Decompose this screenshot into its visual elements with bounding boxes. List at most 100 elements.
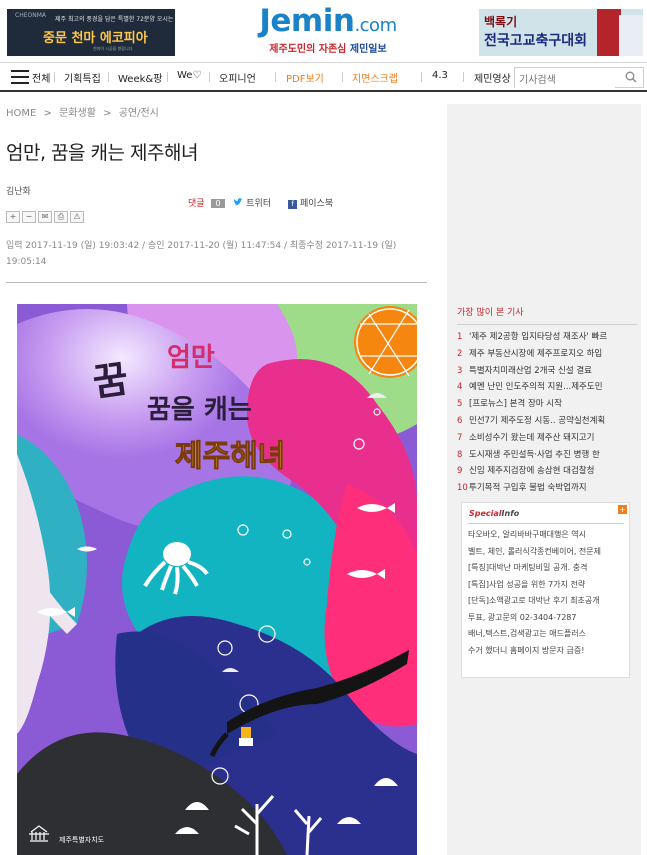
breadcrumb-home[interactable]: HOME <box>6 108 36 119</box>
nav-divider <box>167 72 168 82</box>
facebook-icon[interactable]: f <box>288 200 297 209</box>
poster-org-name: 제주특별자치도 <box>59 835 105 844</box>
sidebar: 가장 많이 본 기사 1 '제주 제2공항 입지타당성 재조사' 빠르 2 제주 부… <box>447 104 641 855</box>
poster-title-big: 꿈을 캐는 <box>147 395 252 425</box>
font-shrink-button[interactable]: − <box>22 211 36 223</box>
rank-number: 7 <box>457 432 463 443</box>
nav-item-week[interactable]: Week&팡 <box>118 70 162 85</box>
special-info-item[interactable]: [단독]소액광고로 대박난 후기 최초공개 <box>468 595 628 612</box>
popular-item[interactable]: 8 도시재생 주민설득·사업 추진 병행 한 <box>457 448 637 465</box>
nav-divider <box>209 72 210 82</box>
facebook-share-link[interactable]: 페이스북 <box>300 199 333 209</box>
popular-item-title: 소비성수기 왔는데 제주산 돼지고기 <box>469 432 595 443</box>
popular-item[interactable]: 2 제주 부동산시장에 제주프로지오 하입 <box>457 347 637 364</box>
popular-item[interactable]: 7 소비성수기 왔는데 제주산 돼지고기 <box>457 431 637 448</box>
font-enlarge-button[interactable]: + <box>6 211 20 223</box>
comment-link[interactable]: 댓글 <box>188 199 205 209</box>
poster-title-small: 엄만 <box>167 343 215 373</box>
logo-paper-name: 제민일보 <box>349 44 387 55</box>
article-dates: 입력 2017-11-19 (일) 19:03:42 / 승인 2017-11-… <box>6 241 397 267</box>
popular-title: 가장 많이 본 기사 <box>457 308 524 318</box>
twitter-icon[interactable] <box>233 198 243 207</box>
header: CHEONMA 제주 최고의 풍경을 담은 특별한 72분양 오시는 중문 천마… <box>0 0 647 62</box>
ad-right-line2: 전국고교축구대회 <box>484 33 588 49</box>
article-author: 김난화 <box>6 187 31 197</box>
nav-item-43[interactable]: 4.3 <box>432 70 448 81</box>
nav-divider <box>108 72 109 82</box>
nav-item-video[interactable]: 제민영상 <box>474 70 511 85</box>
popular-item[interactable]: 4 예멘 난민 인도주의적 지원...제주도민 <box>457 380 637 397</box>
popular-item-title: 예멘 난민 인도주의적 지원...제주도민 <box>469 382 603 393</box>
print-icon[interactable]: ⎙ <box>54 211 68 223</box>
article-poster-image[interactable]: 꿈 엄만 꿈을 캐는 제주해녀 제주특별자치도 <box>17 304 417 855</box>
special-info-item[interactable]: [특집]사업 성공을 위한 7가지 전략 <box>468 579 628 596</box>
breadcrumb: HOME > 문화생활 > 공연/전시 <box>6 104 428 119</box>
popular-item-title: 투기목적 구입후 불법 숙박업까지 <box>469 483 587 494</box>
email-icon[interactable]: ✉ <box>38 211 52 223</box>
rank-number: 1 <box>457 332 463 342</box>
special-info-item[interactable]: 수거 했더니 홈페이지 방문자 급증! <box>468 645 628 662</box>
rank-number: 3 <box>457 365 463 376</box>
article-tools: + − ✉ ⎙ ⚠ <box>6 211 86 223</box>
article-title: 엄만, 꿈을 캐는 제주해녀 <box>6 142 198 164</box>
popular-item-title: 특별자치미래산업 2개국 신설 결료 <box>469 365 592 376</box>
hamburger-menu-icon[interactable] <box>11 70 29 84</box>
rank-number: 5 <box>457 399 463 410</box>
popular-item[interactable]: 5 [프로뉴스] 본격 장마 시작 <box>457 397 637 414</box>
popular-item-title: '제주 제2공항 입지타당성 재조사' 빠르 <box>469 332 608 342</box>
comment-count-badge: 0 <box>211 199 225 208</box>
banner-ad-left[interactable]: CHEONMA 제주 최고의 풍경을 담은 특별한 72분양 오시는 중문 천마… <box>7 9 175 56</box>
popular-item[interactable]: 6 민선7기 제주도정 시동.. 공약실천계획 <box>457 414 637 431</box>
nav-item-all[interactable]: 전체 <box>32 70 50 85</box>
breadcrumb-section[interactable]: 문화생활 <box>59 108 96 119</box>
nav-divider <box>463 72 464 82</box>
special-info-title: SpecialInfo <box>469 509 519 518</box>
logo-tagline: 제주도민의 자존심 <box>269 44 347 55</box>
nav-item-scrap[interactable]: 지면스크랩 <box>352 70 398 85</box>
special-label: Special <box>469 509 502 518</box>
ad-photo-player <box>597 9 621 56</box>
nav-item-feature[interactable]: 기획특집 <box>64 70 101 85</box>
divider <box>6 282 427 283</box>
popular-item[interactable]: 9 신임 제주지검장에 송삼현 대검찰청 <box>457 464 637 481</box>
info-label: Info <box>501 509 520 518</box>
nav-divider <box>54 72 55 82</box>
nav-divider <box>421 72 422 82</box>
popular-item[interactable]: 10투기목적 구입후 불법 숙박업까지 <box>457 481 637 498</box>
rank-number: 8 <box>457 449 463 460</box>
search-icon[interactable] <box>625 71 637 83</box>
special-info-item[interactable]: 타오바오, 알리바바구매대행은 역시 <box>468 529 628 546</box>
nav-item-pdf[interactable]: PDF보기 <box>286 70 324 85</box>
breadcrumb-subsection[interactable]: 공연/전시 <box>119 108 159 119</box>
popular-item[interactable]: 3 특별자치미래산업 2개국 신설 결료 <box>457 364 637 381</box>
report-icon[interactable]: ⚠ <box>70 211 84 223</box>
rank-number: 4 <box>457 382 463 393</box>
logo-domain: .com <box>354 15 397 36</box>
search-input[interactable] <box>515 71 615 90</box>
twitter-share-link[interactable]: 트위터 <box>246 199 271 209</box>
special-info-item[interactable]: [특징]대박난 마케팅비밀 공개. 충격 <box>468 562 628 579</box>
divider <box>468 523 624 524</box>
site-logo[interactable]: Jemin.com 제주도민의 자존심 제민일보 <box>243 4 413 58</box>
poster-title-ggum: 꿈 <box>90 356 131 404</box>
nav-item-opinion[interactable]: 오피니언 <box>219 70 256 85</box>
ad-right-line1: 백록기 <box>484 15 518 29</box>
nav-divider <box>342 72 343 82</box>
special-info-item[interactable]: 벨트, 체인, 롤러식각종컨베이어, 전문제 <box>468 546 628 563</box>
poster-illustration: 꿈 엄만 꿈을 캐는 제주해녀 제주특별자치도 <box>17 304 417 855</box>
popular-articles: 가장 많이 본 기사 1 '제주 제2공항 입지타당성 재조사' 빠르 2 제주 부… <box>457 305 637 498</box>
ad-headline: 중문 천마 에코피아 <box>43 31 148 46</box>
nav-item-we[interactable]: We♡ <box>177 70 201 81</box>
poster-title-haenyeo: 제주해녀 <box>175 439 285 474</box>
popular-item-title: 제주 부동산시장에 제주프로지오 하입 <box>469 348 603 359</box>
logo-word: Jemin <box>259 3 355 39</box>
popular-item-title: [프로뉴스] 본격 장마 시작 <box>469 399 562 410</box>
rank-number: 2 <box>457 348 463 359</box>
special-info-item[interactable]: 투표, 광고문의 02-3404-7287 <box>468 612 628 629</box>
more-button[interactable]: + <box>618 505 627 514</box>
special-info-box: SpecialInfo + 타오바오, 알리바바구매대행은 역시 벨트, 체인,… <box>461 502 630 678</box>
banner-ad-right[interactable]: 백록기 전국고교축구대회 <box>479 9 643 56</box>
special-info-item[interactable]: 배너,텍스트,검색광고는 애드플러스 <box>468 628 628 645</box>
popular-item[interactable]: 1 '제주 제2공항 입지타당성 재조사' 빠르 <box>457 330 637 347</box>
rank-number: 6 <box>457 415 463 426</box>
